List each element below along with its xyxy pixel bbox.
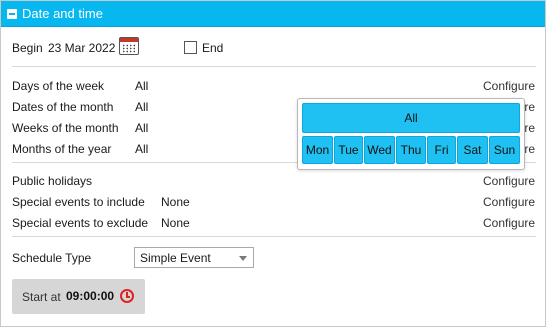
day-button-sat[interactable]: Sat: [457, 136, 488, 164]
start-at-label: Start at: [22, 290, 61, 304]
end-checkbox[interactable]: [184, 41, 197, 54]
end-label: End: [202, 41, 224, 55]
schedule-type-select[interactable]: Simple Event: [134, 247, 254, 268]
public-holidays-label: Public holidays: [12, 174, 93, 188]
divider: [12, 66, 536, 67]
panel-header[interactable]: Date and time: [1, 1, 545, 27]
schedule-type-value: Simple Event: [140, 251, 211, 265]
months-of-year-label: Months of the year: [12, 142, 112, 156]
days-of-week-value: All: [135, 79, 149, 93]
special-include-configure[interactable]: Configure: [483, 195, 535, 209]
day-button-wed[interactable]: Wed: [364, 136, 395, 164]
day-button-mon[interactable]: Mon: [302, 136, 333, 164]
collapse-icon[interactable]: [7, 9, 17, 19]
start-time-value: 09:00:00: [66, 289, 115, 303]
days-of-week-configure[interactable]: Configure: [483, 79, 535, 93]
day-button-sun[interactable]: Sun: [489, 136, 520, 164]
special-include-value: None: [161, 195, 190, 209]
dates-of-month-label: Dates of the month: [12, 100, 114, 114]
clock-icon[interactable]: [120, 289, 134, 303]
panel-title: Date and time: [22, 6, 103, 21]
months-of-year-value: All: [135, 142, 149, 156]
public-holidays-configure[interactable]: Configure: [483, 174, 535, 188]
days-of-week-popup: All Mon Tue Wed Thu Fri Sat Sun: [297, 98, 525, 170]
divider: [12, 236, 536, 237]
day-button-fri[interactable]: Fri: [427, 136, 456, 164]
begin-label: Begin: [12, 41, 43, 55]
schedule-type-label: Schedule Type: [12, 251, 92, 265]
chevron-down-icon: [239, 256, 247, 261]
calendar-icon[interactable]: [119, 37, 139, 55]
special-exclude-label: Special events to exclude: [12, 216, 149, 230]
special-exclude-value: None: [161, 216, 190, 230]
day-button-thu[interactable]: Thu: [396, 136, 426, 164]
all-days-button[interactable]: All: [302, 103, 520, 133]
weeks-of-month-label: Weeks of the month: [12, 121, 119, 135]
dates-of-month-value: All: [135, 100, 149, 114]
date-time-panel: Date and time Begin 23 Mar 2022 End Days…: [0, 0, 546, 327]
day-button-tue[interactable]: Tue: [334, 136, 363, 164]
weeks-of-month-value: All: [135, 121, 149, 135]
begin-date[interactable]: 23 Mar 2022: [48, 41, 115, 55]
start-time-button[interactable]: Start at 09:00:00: [12, 279, 145, 314]
special-exclude-configure[interactable]: Configure: [483, 216, 535, 230]
days-of-week-label: Days of the week: [12, 79, 105, 93]
special-include-label: Special events to include: [12, 195, 145, 209]
